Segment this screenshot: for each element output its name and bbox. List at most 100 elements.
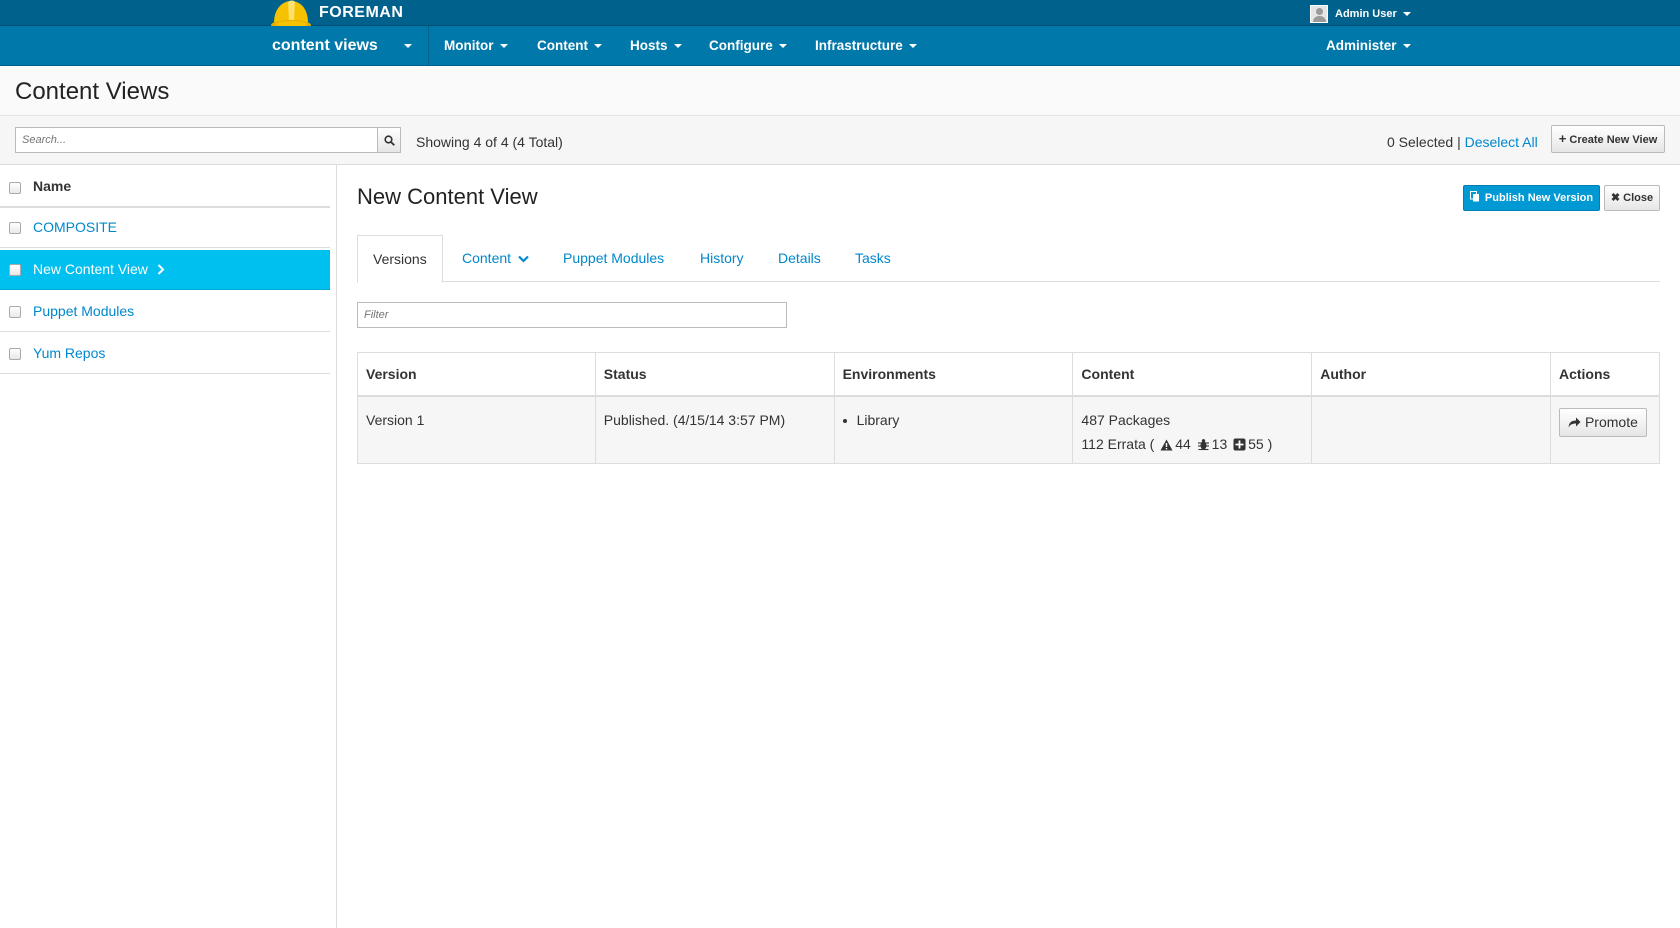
chevron-down-icon [1402, 12, 1411, 16]
errata-bug-count: 13 [1211, 436, 1228, 452]
copy-icon [1469, 191, 1479, 202]
search-button[interactable] [377, 127, 401, 153]
publish-label: Publish New Version [1484, 192, 1594, 204]
select-all-checkbox[interactable] [9, 182, 21, 194]
plus-square-icon [1233, 438, 1246, 451]
errata-label: 112 Errata ( [1081, 436, 1155, 452]
chevron-down-icon [404, 43, 413, 48]
nav-configure-label: Configure [709, 38, 773, 53]
share-arrow-icon [1568, 417, 1581, 428]
deselect-all-link[interactable]: Deselect All [1465, 134, 1538, 150]
chevron-down-icon [778, 44, 787, 49]
selected-count: 0 Selected [1387, 134, 1454, 150]
environment-name: Library [856, 412, 900, 428]
list-item-link[interactable]: Yum Repos [33, 345, 105, 361]
filter-input[interactable] [357, 302, 787, 328]
errata-close-paren: ) [1267, 436, 1273, 452]
chevron-down-icon [594, 44, 602, 49]
version-cell: Version 1 [357, 395, 596, 464]
create-new-view-label: Create New View [1569, 134, 1658, 146]
nav-infrastructure[interactable]: Infrastructure [815, 26, 917, 66]
list-item-link[interactable]: New Content View [33, 261, 165, 277]
tab-content[interactable]: Content [462, 235, 529, 282]
tab-details[interactable]: Details [778, 235, 821, 282]
nav-hosts[interactable]: Hosts [630, 26, 682, 66]
list-item-label: New Content View [33, 261, 148, 277]
nav-content[interactable]: Content [537, 26, 602, 66]
close-icon: ✖ [1610, 192, 1621, 204]
errata-summary: 112 Errata ( 44 13 55) [1081, 432, 1303, 456]
list-item-active[interactable]: New Content View [0, 250, 330, 290]
name-column-header[interactable]: Name [33, 178, 71, 194]
chevron-right-icon [157, 264, 165, 275]
top-bar: FOREMAN Admin User [0, 0, 1680, 30]
column-header-author: Author [1311, 352, 1551, 397]
versions-table: Version Status Environments Content Auth… [357, 352, 1661, 464]
chevron-down-icon [1402, 44, 1411, 49]
list-item[interactable]: Yum Repos [0, 334, 330, 374]
chevron-down-icon [908, 44, 917, 49]
table-header-row: Version Status Environments Content Auth… [357, 352, 1661, 397]
page-title: Content Views [15, 78, 170, 105]
column-header-content: Content [1072, 352, 1313, 397]
detail-tabs: Versions Content Puppet Modules History … [357, 235, 1660, 283]
column-header-version: Version [357, 352, 596, 397]
plus-icon: + [1558, 131, 1567, 146]
nav-monitor-label: Monitor [444, 38, 494, 53]
nav-administer-label: Administer [1326, 38, 1397, 53]
package-count: 487 Packages [1081, 412, 1171, 428]
table-row: Version 1 Published. (4/15/14 3:57 PM) L… [357, 395, 1661, 464]
nav-divider [428, 26, 429, 66]
close-label: Close [1623, 192, 1654, 204]
tab-content-label: Content [462, 250, 512, 266]
errata-security-count: 44 [1175, 436, 1191, 452]
row-checkbox[interactable] [9, 264, 21, 276]
bug-icon [1197, 439, 1209, 451]
actions-cell: Promote [1549, 395, 1661, 464]
nav-administer[interactable]: Administer [1326, 26, 1411, 66]
nav-context-switcher[interactable]: content views [272, 26, 413, 66]
selection-status: 0 Selected | Deselect All [1387, 134, 1538, 150]
row-checkbox[interactable] [9, 348, 21, 360]
brand-name[interactable]: FOREMAN [319, 4, 403, 22]
list-item[interactable]: COMPOSITE [0, 208, 330, 248]
showing-count: Showing 4 of 4 (4 Total) [416, 134, 563, 150]
column-header-actions: Actions [1549, 352, 1661, 397]
user-menu[interactable]: Admin User [1310, 5, 1411, 23]
tab-puppet-modules[interactable]: Puppet Modules [563, 235, 664, 282]
content-view-list: Name COMPOSITE New Content View Puppet M… [0, 165, 337, 928]
author-cell [1311, 395, 1551, 464]
user-avatar-icon [1310, 5, 1328, 23]
content-cell: 487 Packages 112 Errata ( 44 13 55) [1072, 395, 1313, 464]
search-icon [384, 135, 395, 146]
create-new-view-button[interactable]: + Create New View [1551, 125, 1665, 153]
row-checkbox[interactable] [9, 306, 21, 318]
page-header: Content Views [0, 66, 1680, 116]
column-header-environments: Environments [833, 352, 1074, 397]
tab-history[interactable]: History [700, 235, 744, 282]
list-item[interactable]: Puppet Modules [0, 292, 330, 332]
tab-tasks[interactable]: Tasks [855, 235, 891, 282]
chevron-down-icon [499, 44, 508, 49]
security-alert-icon [1160, 439, 1173, 451]
nav-hosts-label: Hosts [630, 38, 668, 53]
status-cell: Published. (4/15/14 3:57 PM) [594, 395, 835, 464]
bullet [842, 419, 847, 424]
chevron-down-icon [673, 44, 682, 49]
nav-monitor[interactable]: Monitor [444, 26, 508, 66]
promote-button[interactable]: Promote [1558, 408, 1647, 437]
list-header-row: Name [0, 165, 330, 208]
nav-infrastructure-label: Infrastructure [815, 38, 903, 53]
publish-new-version-button[interactable]: Publish New Version [1463, 185, 1600, 211]
close-button[interactable]: ✖ Close [1604, 185, 1660, 211]
detail-title: New Content View [357, 184, 538, 209]
search-input[interactable] [15, 127, 378, 153]
row-checkbox[interactable] [9, 222, 21, 234]
chevron-down-icon [518, 255, 529, 263]
list-item-link[interactable]: Puppet Modules [33, 303, 134, 319]
list-item-link[interactable]: COMPOSITE [33, 219, 117, 235]
nav-configure[interactable]: Configure [709, 26, 787, 66]
main-nav: content views Monitor Content Hosts Conf… [0, 26, 1680, 66]
tab-versions[interactable]: Versions [357, 235, 443, 283]
errata-enhancement-count: 55 [1248, 436, 1264, 452]
